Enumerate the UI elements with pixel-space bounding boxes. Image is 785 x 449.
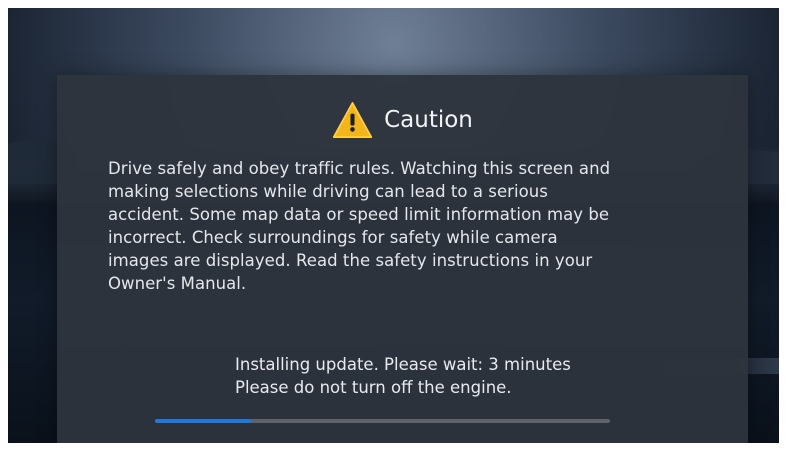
install-status-text: Installing update. Please wait: 3 minute… [235,355,571,374]
safety-message: Drive safely and obey traffic rules. Wat… [108,157,688,296]
caution-dialog: Caution Drive safely and obey traffic ru… [57,75,748,443]
engine-warning-text: Please do not turn off the engine. [235,378,512,397]
warning-triangle-icon [332,102,373,138]
update-progress-bar [155,419,610,423]
dialog-title: Caution [384,106,473,133]
safety-message-line: accident. Some map data or speed limit i… [108,205,610,225]
update-progress-fill [155,419,251,423]
dialog-title-row: Caution [57,98,748,142]
safety-message-line: incorrect. Check surroundings for safety… [108,228,558,248]
safety-message-line: images are displayed. Read the safety in… [108,251,593,271]
safety-message-line: making selections while driving can lead… [108,182,548,202]
safety-message-line: Owner's Manual. [108,274,247,294]
screen: Caution Drive safely and obey traffic ru… [8,8,779,443]
safety-message-line: Drive safely and obey traffic rules. Wat… [108,159,611,178]
update-status: Installing update. Please wait: 3 minute… [235,353,655,399]
